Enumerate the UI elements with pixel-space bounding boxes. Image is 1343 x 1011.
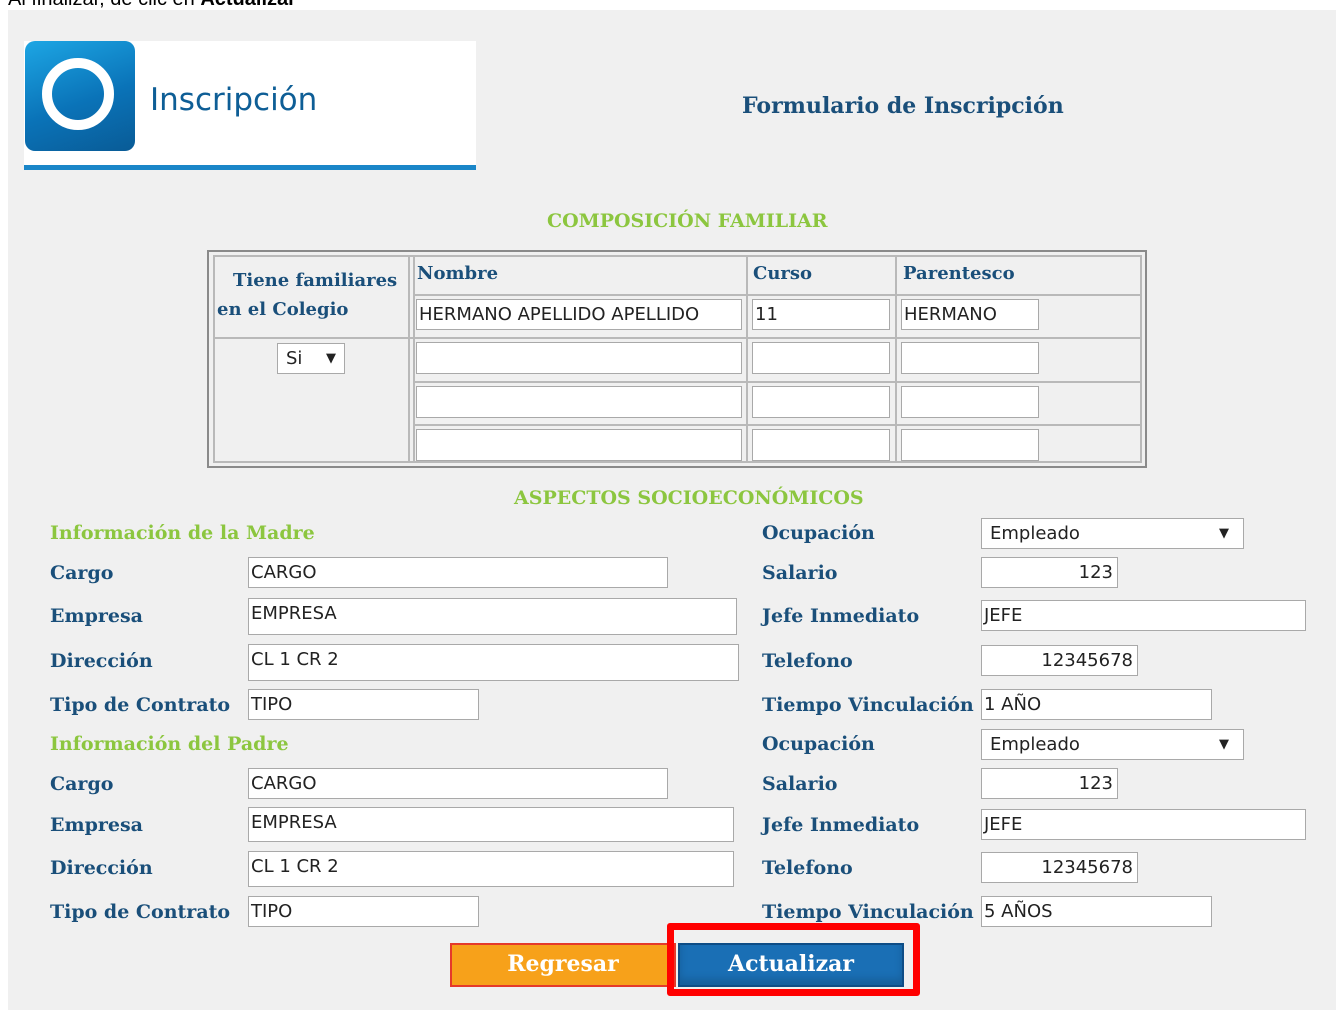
socio-section-title: ASPECTOS SOCIOECONÓMICOS — [514, 487, 864, 509]
mother-jefe-input[interactable]: JEFE — [981, 600, 1306, 631]
back-button[interactable]: Regresar — [450, 943, 676, 987]
father-jefe-label: Jefe Inmediato — [762, 814, 920, 836]
family-relation-input[interactable] — [901, 386, 1039, 418]
family-course-input[interactable] — [752, 429, 890, 461]
table-rule — [413, 381, 1142, 383]
family-name-input[interactable]: HERMANO APELLIDO APELLIDO — [416, 299, 742, 330]
mother-tiempo-input[interactable]: 1 AÑO — [981, 689, 1212, 720]
mother-contrato-label: Tipo de Contrato — [50, 694, 231, 716]
father-salario-label: Salario — [762, 773, 838, 795]
table-rule — [213, 255, 1142, 257]
table-rule — [413, 294, 1142, 296]
father-telefono-label: Telefono — [762, 857, 853, 879]
family-course-input[interactable]: 11 — [752, 299, 890, 330]
mother-ocupacion-select[interactable]: Empleado ▼ — [981, 518, 1244, 549]
mother-cargo-label: Cargo — [50, 562, 114, 584]
family-name-input[interactable] — [416, 429, 742, 461]
father-empresa-input[interactable]: EMPRESA — [248, 807, 734, 842]
family-relation-input[interactable] — [901, 429, 1039, 461]
mother-contrato-input[interactable]: TIPO — [248, 689, 479, 720]
family-course-input[interactable] — [752, 386, 890, 418]
father-ocupacion-label: Ocupación — [762, 733, 875, 755]
mother-direccion-input[interactable]: CL 1 CR 2 — [248, 644, 739, 681]
table-rule — [1140, 255, 1142, 463]
instruction-action: Actualizar — [200, 0, 296, 10]
mother-tiempo-label: Tiempo Vinculación — [762, 694, 974, 716]
col-header-name: Nombre — [417, 263, 499, 284]
mother-cargo-input[interactable]: CARGO — [248, 557, 668, 588]
mother-empresa-input[interactable]: EMPRESA — [248, 598, 737, 635]
mother-empresa-label: Empresa — [50, 605, 143, 627]
family-section-title: COMPOSICIÓN FAMILIAR — [547, 210, 828, 232]
family-name-input[interactable] — [416, 342, 742, 374]
father-ocupacion-select[interactable]: Empleado ▼ — [981, 729, 1244, 760]
table-rule — [413, 255, 415, 463]
mother-telefono-label: Telefono — [762, 650, 853, 672]
father-tiempo-input[interactable]: 5 AÑOS — [981, 896, 1212, 927]
father-direccion-input[interactable]: CL 1 CR 2 — [248, 851, 734, 887]
update-button-highlight — [667, 923, 920, 996]
father-telefono-input[interactable]: 12345678 — [981, 852, 1138, 883]
father-cargo-input[interactable]: CARGO — [248, 768, 668, 799]
mother-salario-input[interactable]: 123 — [981, 557, 1118, 588]
col-header-course: Curso — [753, 263, 813, 284]
table-rule — [413, 424, 1142, 426]
table-rule — [213, 255, 215, 463]
chevron-down-icon: ▼ — [1219, 737, 1229, 752]
chevron-down-icon: ▼ — [1219, 526, 1229, 541]
has-family-select[interactable]: Si ▼ — [277, 343, 345, 374]
chevron-down-icon: ▼ — [326, 351, 336, 366]
table-rule — [408, 255, 410, 463]
family-question-line1: Tiene familiares — [233, 270, 398, 291]
mother-telefono-input[interactable]: 12345678 — [981, 645, 1138, 676]
mother-salario-label: Salario — [762, 562, 838, 584]
father-cargo-label: Cargo — [50, 773, 114, 795]
father-empresa-label: Empresa — [50, 814, 143, 836]
table-rule — [213, 461, 1142, 463]
app-title: Inscripción — [150, 82, 318, 118]
table-rule — [213, 337, 1142, 339]
father-contrato-label: Tipo de Contrato — [50, 901, 231, 923]
mother-section-title: Información de la Madre — [50, 522, 315, 544]
mother-ocupacion-label: Ocupación — [762, 522, 875, 544]
father-salario-input[interactable]: 123 — [981, 768, 1118, 799]
family-relation-input[interactable] — [901, 342, 1039, 374]
table-rule — [746, 257, 748, 461]
father-contrato-input[interactable]: TIPO — [248, 896, 479, 927]
inscription-logo-icon — [25, 41, 135, 151]
family-name-input[interactable] — [416, 386, 742, 418]
father-section-title: Información del Padre — [50, 733, 289, 755]
father-tiempo-label: Tiempo Vinculación — [762, 901, 974, 923]
mother-direccion-label: Dirección — [50, 650, 153, 672]
col-header-relation: Parentesco — [903, 263, 1015, 284]
mother-jefe-label: Jefe Inmediato — [762, 605, 920, 627]
father-jefe-input[interactable]: JEFE — [981, 809, 1306, 840]
family-question-line2: en el Colegio — [217, 299, 349, 320]
form-title: Formulario de Inscripción — [742, 93, 1064, 119]
family-course-input[interactable] — [752, 342, 890, 374]
family-relation-input[interactable]: HERMANO — [901, 299, 1039, 330]
father-direccion-label: Dirección — [50, 857, 153, 879]
table-rule — [895, 257, 897, 461]
